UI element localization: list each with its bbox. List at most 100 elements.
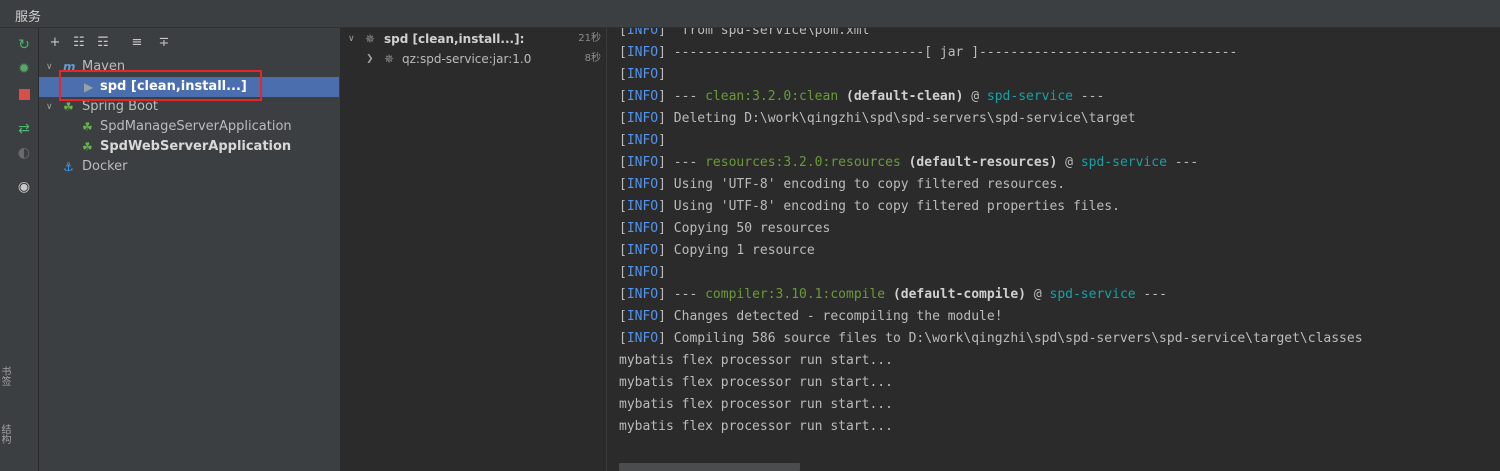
debug-icon[interactable]: ✹ xyxy=(14,59,34,79)
console-line-text: Using 'UTF-8' encoding to copy filtered … xyxy=(665,177,1066,192)
log-level-tag: INFO xyxy=(626,221,659,236)
console-line: [INFO] Using 'UTF-8' encoding to copy fi… xyxy=(619,199,1120,214)
console-line: [INFO] Deleting D:\work\qingzhi\spd\spd-… xyxy=(619,111,1136,126)
console-line: mybatis flex processor run start... xyxy=(619,375,893,390)
side-tab-bookmarks[interactable]: 书签 xyxy=(0,366,12,386)
tree-item-docker[interactable]: ⚓ Docker xyxy=(39,157,339,177)
eye-icon[interactable]: ◉ xyxy=(14,177,34,197)
group-icon[interactable]: ☷ xyxy=(71,34,87,50)
console-line-text: Deleting D:\work\qingzhi\spd\spd-servers… xyxy=(665,111,1136,126)
chevron-right-icon[interactable]: ❯ xyxy=(366,49,374,69)
tree-item-spd-manage-server[interactable]: ☘ SpdManageServerApplication xyxy=(39,117,339,137)
build-item-duration: 21秒 xyxy=(578,33,601,44)
profile-icon: ◐ xyxy=(17,145,31,161)
spring-app-icon: ☘ xyxy=(82,140,93,154)
console-line: mybatis flex processor run start... xyxy=(619,419,893,434)
console-line: [INFO] Copying 50 resources xyxy=(619,221,831,236)
console-line-text: Changes detected - recompiling the modul… xyxy=(665,309,1003,324)
log-level-tag: INFO xyxy=(626,89,659,104)
add-service-icon[interactable]: + xyxy=(47,34,63,50)
console-output[interactable]: [INFO] from spd-service\pom.xml [INFO] --… xyxy=(607,28,1500,471)
console-line-text: Using 'UTF-8' encoding to copy filtered … xyxy=(665,199,1120,214)
log-level-tag: INFO xyxy=(626,243,659,258)
console-line: [INFO] --- clean:3.2.0:clean (default-cl… xyxy=(619,89,1105,104)
tool-window-header: 服务 xyxy=(0,0,1500,28)
tree-item-label: Docker xyxy=(82,159,128,174)
services-action-strip: ↻ ✹ ⇄ ◐ ◉ 书签 结构 xyxy=(0,28,39,471)
console-segment-plugin: compiler:3.10.1:compile xyxy=(705,287,886,302)
tree-item-label: SpdWebServerApplication xyxy=(100,139,292,154)
console-line-text: Copying 50 resources xyxy=(665,221,831,236)
console-segment-exec: (default-resources) xyxy=(900,155,1058,170)
console-line: [INFO] xyxy=(619,265,666,280)
chevron-down-icon[interactable]: ∨ xyxy=(46,97,56,117)
console-line: mybatis flex processor run start... xyxy=(619,397,893,412)
console-line: [INFO] Using 'UTF-8' encoding to copy fi… xyxy=(619,177,1066,192)
log-level-tag: INFO xyxy=(626,309,659,324)
build-item-label: spd [clean,install...]: xyxy=(384,32,525,46)
log-level-tag: INFO xyxy=(626,67,659,82)
log-level-tag: INFO xyxy=(626,199,659,214)
console-line-text: Compiling 586 source files to D:\work\qi… xyxy=(665,331,1363,346)
rerun-icon[interactable]: ↻ xyxy=(14,35,34,55)
build-item-root[interactable]: ∨ ✵ spd [clean,install...]: 21秒 xyxy=(341,29,605,49)
console-segment-at: @ xyxy=(963,89,987,104)
chevron-down-icon[interactable]: ∨ xyxy=(46,57,56,77)
horizontal-scrollbar[interactable] xyxy=(619,463,800,471)
log-level-tag: INFO xyxy=(626,28,659,38)
console-line: [INFO] Compiling 586 source files to D:\… xyxy=(619,331,1363,346)
spinner-icon: ✵ xyxy=(365,32,376,46)
console-line: [INFO] from spd-service\pom.xml xyxy=(619,28,869,42)
log-level-tag: INFO xyxy=(626,177,659,192)
log-level-tag: INFO xyxy=(626,265,659,280)
spring-app-icon: ☘ xyxy=(82,120,93,134)
console-segment-at: @ xyxy=(1026,287,1050,302)
console-segment-plugin: clean:3.2.0:clean xyxy=(705,89,839,104)
build-tree-panel: ∨ ✵ spd [clean,install...]: 21秒 ❯ ✵ qz:s… xyxy=(341,28,607,471)
console-segment-post: --- xyxy=(1166,155,1199,170)
tool-window-title: 服务 xyxy=(15,10,42,25)
console-line: [INFO] Changes detected - recompiling th… xyxy=(619,309,1003,324)
chevron-down-icon[interactable]: ∨ xyxy=(348,29,355,49)
console-line: mybatis flex processor run start... xyxy=(619,353,893,368)
build-item-module[interactable]: ❯ ✵ qz:spd-service:jar:1.0 8秒 xyxy=(341,49,605,69)
console-segment-post: --- xyxy=(1135,287,1167,302)
console-line: [INFO] Copying 1 resource xyxy=(619,243,815,258)
console-line-text: --------------------------------[ jar ]-… xyxy=(665,45,1238,60)
console-segment-pre: --- xyxy=(665,89,706,104)
console-segment-at: @ xyxy=(1057,155,1081,170)
log-level-tag: INFO xyxy=(626,155,659,170)
docker-icon: ⚓ xyxy=(63,160,74,174)
log-level-tag: INFO xyxy=(626,287,659,302)
log-level-tag: INFO xyxy=(626,331,659,346)
console-line-text: from spd-service\pom.xml xyxy=(665,28,870,38)
console-segment-module: spd-service xyxy=(1049,287,1136,302)
console-line: [INFO] --- compiler:3.10.1:compile (defa… xyxy=(619,287,1167,302)
build-item-duration: 8秒 xyxy=(584,53,601,64)
build-item-label: qz:spd-service:jar:1.0 xyxy=(402,52,532,66)
stop-icon xyxy=(18,88,30,100)
side-tab-structure[interactable]: 结构 xyxy=(0,424,12,444)
expand-all-icon[interactable]: ≡ xyxy=(129,34,145,50)
stop-button[interactable] xyxy=(14,84,34,104)
services-tree-panel: + ☷ ☶ ≡ ∓ ∨ m Maven ▶ spd [clean,install… xyxy=(39,28,341,471)
console-line: [INFO] xyxy=(619,133,666,148)
annotation-highlight-box xyxy=(59,70,262,101)
console-segment-exec: (default-compile) xyxy=(885,287,1027,302)
console-segment-module: spd-service xyxy=(1080,155,1167,170)
console-line: [INFO] xyxy=(619,67,666,82)
console-segment-pre: --- xyxy=(665,155,706,170)
console-segment-post: --- xyxy=(1072,89,1105,104)
filter-icon[interactable]: ☶ xyxy=(95,34,111,50)
collapse-all-icon[interactable]: ∓ xyxy=(156,34,172,50)
log-level-tag: INFO xyxy=(626,45,659,60)
console-segment-plugin: resources:3.2.0:resources xyxy=(705,155,901,170)
log-level-tag: INFO xyxy=(626,111,659,126)
tree-item-label: SpdManageServerApplication xyxy=(100,119,292,134)
toggle-icon[interactable]: ⇄ xyxy=(14,119,34,139)
console-line: [INFO] --- resources:3.2.0:resources (de… xyxy=(619,155,1199,170)
console-segment-exec: (default-clean) xyxy=(838,89,964,104)
console-line: [INFO] --------------------------------[… xyxy=(619,45,1238,60)
tree-toolbar: + ☷ ☶ ≡ ∓ xyxy=(39,28,339,56)
tree-item-spd-web-server[interactable]: ☘ SpdWebServerApplication xyxy=(39,137,339,157)
